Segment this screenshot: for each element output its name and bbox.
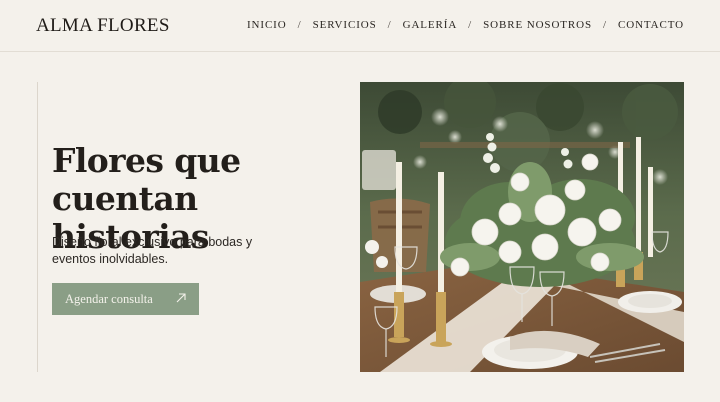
decorative-divider [37,82,38,372]
main-nav: INICIO / SERVICIOS / GALERÍA / SOBRE NOS… [247,19,684,31]
nav-separator: / [297,19,302,31]
nav-item-sobre-nosotros[interactable]: SOBRE NOSOTROS [483,19,592,31]
hero-subtitle: Diseño floral exclusivo para bodas y eve… [52,235,253,266]
schedule-consultation-button[interactable]: Agendar consulta [52,283,199,315]
hero-title-line-1: Flores que [52,141,241,180]
nav-item-galeria[interactable]: GALERÍA [403,19,458,31]
nav-separator: / [603,19,607,31]
brand-logo[interactable]: ALMA FLORES [36,15,170,37]
nav-item-contacto[interactable]: CONTACTO [618,19,684,31]
nav-separator: / [387,19,392,31]
arrow-up-right-icon [176,293,186,303]
nav-separator: / [468,19,473,31]
floral-table-photo [360,82,684,372]
nav-item-inicio[interactable]: INICIO [247,19,287,31]
cta-label: Agendar consulta [65,291,153,306]
site-header: ALMA FLORES INICIO / SERVICIOS / GALERÍA… [0,0,720,52]
nav-item-servicios[interactable]: SERVICIOS [313,19,377,31]
hero-image [360,82,684,372]
